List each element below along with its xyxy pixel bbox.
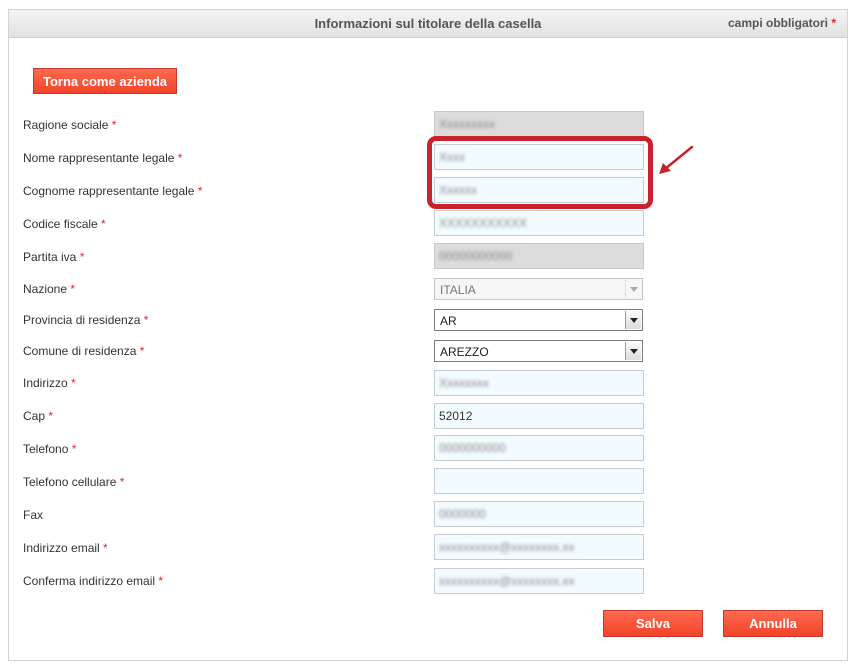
comune-label: Comune di residenza * xyxy=(23,344,145,358)
nazione-label: Nazione * xyxy=(23,282,76,296)
ragione-sociale-field: Xxxxxxxxx xyxy=(434,111,644,137)
ragione-sociale-label: Ragione sociale * xyxy=(23,118,117,132)
form-panel: Informazioni sul titolare della casella … xyxy=(8,9,848,661)
telefono-label: Telefono * xyxy=(23,442,77,456)
required-star: * xyxy=(831,16,836,30)
fax-label: Fax xyxy=(23,508,44,522)
email-field[interactable]: xxxxxxxxxx@xxxxxxxx.xx xyxy=(434,534,644,560)
annotation-highlight-box xyxy=(427,136,653,209)
telefono-cellulare-field[interactable] xyxy=(434,468,644,494)
required-fields-note: campi obbligatori * xyxy=(728,16,836,30)
panel-header: Informazioni sul titolare della casella … xyxy=(9,10,847,38)
codice-fiscale-label: Codice fiscale * xyxy=(23,217,106,231)
cap-field[interactable]: 52012 xyxy=(434,403,644,429)
codice-fiscale-field[interactable]: XXXXXXXXXXX xyxy=(434,210,644,236)
comune-select[interactable]: AREZZO xyxy=(434,340,643,362)
partita-iva-label: Partita iva * xyxy=(23,250,85,264)
annotation-arrow-icon xyxy=(659,145,694,174)
chevron-down-icon[interactable] xyxy=(625,342,641,360)
save-button[interactable]: Salva xyxy=(603,610,703,637)
provincia-label: Provincia di residenza * xyxy=(23,313,149,327)
chevron-down-icon[interactable] xyxy=(625,311,641,329)
conferma-email-label: Conferma indirizzo email * xyxy=(23,574,164,588)
chevron-down-icon xyxy=(625,280,641,298)
email-label: Indirizzo email * xyxy=(23,541,108,555)
indirizzo-label: Indirizzo * xyxy=(23,376,76,390)
telefono-cellulare-label: Telefono cellulare * xyxy=(23,475,125,489)
required-fields-label: campi obbligatori xyxy=(727,16,828,30)
cancel-button[interactable]: Annulla xyxy=(723,610,823,637)
provincia-select[interactable]: AR xyxy=(434,309,643,331)
back-as-company-button[interactable]: Torna come azienda xyxy=(33,68,177,94)
cap-label: Cap * xyxy=(23,409,54,423)
fax-field[interactable]: 0000000 xyxy=(434,501,644,527)
panel-title: Informazioni sul titolare della casella xyxy=(314,16,542,31)
partita-iva-field: 00000000000 xyxy=(434,243,644,269)
telefono-field[interactable]: 0000000000 xyxy=(434,435,644,461)
nazione-select: ITALIA xyxy=(434,278,643,300)
conferma-email-field[interactable]: xxxxxxxxxx@xxxxxxxx.xx xyxy=(434,568,644,594)
nome-rappresentante-label: Nome rappresentante legale * xyxy=(23,151,183,165)
cognome-rappresentante-label: Cognome rappresentante legale * xyxy=(23,184,203,198)
indirizzo-field[interactable]: Xxxxxxxx xyxy=(434,370,644,396)
